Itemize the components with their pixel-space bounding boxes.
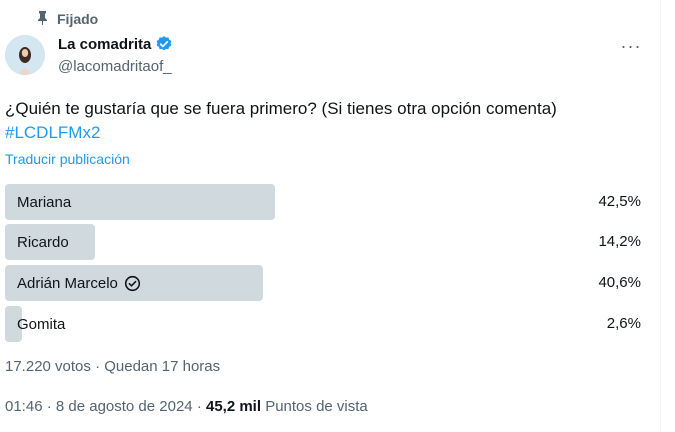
poll-option-percent: 40,6% bbox=[598, 274, 641, 291]
poll-option-label: Ricardo bbox=[17, 233, 69, 251]
poll-option-percent: 14,2% bbox=[598, 233, 641, 250]
pinned-label: Fijado bbox=[57, 11, 99, 27]
timeline-border bbox=[660, 0, 661, 432]
author-name-row[interactable]: La comadrita bbox=[58, 35, 173, 53]
views-label: Puntos de vista bbox=[261, 398, 368, 415]
verified-badge-icon bbox=[155, 35, 173, 53]
poll-option-percent: 42,5% bbox=[598, 193, 641, 210]
poll-option-selected: Adrián Marcelo 40,6% bbox=[5, 265, 641, 301]
poll-option-label: Adrián Marcelo bbox=[17, 274, 118, 292]
more-icon: ··· bbox=[620, 35, 642, 56]
hashtag-link[interactable]: #LCDLFMx2 bbox=[5, 121, 655, 145]
poll-option: Ricardo 14,2% bbox=[5, 224, 641, 260]
pinned-indicator: Fijado bbox=[36, 9, 98, 29]
poll-option-percent: 2,6% bbox=[606, 315, 641, 332]
time-date[interactable]: 01:46 · 8 de agosto de 2024 · bbox=[5, 398, 206, 415]
author-handle[interactable]: @lacomadritaof_ bbox=[58, 58, 172, 75]
pin-icon bbox=[36, 10, 49, 28]
more-button[interactable]: ··· bbox=[614, 34, 648, 58]
avatar[interactable] bbox=[5, 35, 45, 75]
tweet-timestamp[interactable]: 01:46 · 8 de agosto de 2024 · 45,2 mil P… bbox=[5, 398, 368, 415]
tweet-text-line: ¿Quién te gustaría que se fuera primero?… bbox=[5, 99, 557, 118]
poll-option-label: Mariana bbox=[17, 193, 72, 211]
tweet-text: ¿Quién te gustaría que se fuera primero?… bbox=[5, 97, 655, 145]
poll-meta: 17.220 votos · Quedan 17 horas bbox=[5, 358, 221, 375]
views-count: 45,2 mil bbox=[205, 398, 262, 415]
poll-option-label: Gomita bbox=[17, 315, 66, 333]
check-circle-icon bbox=[124, 275, 141, 292]
author-name[interactable]: La comadrita bbox=[58, 36, 151, 53]
poll-option: Mariana 42,5% bbox=[5, 184, 641, 220]
poll-option: Gomita 2,6% bbox=[5, 306, 641, 342]
translate-link[interactable]: Traducir publicación bbox=[5, 151, 130, 167]
